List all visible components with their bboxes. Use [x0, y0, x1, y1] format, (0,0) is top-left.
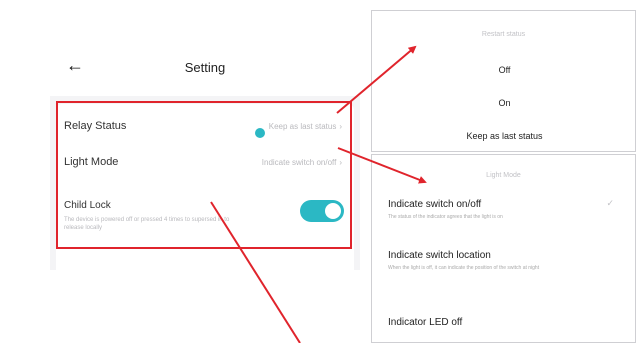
restart-status-header: Restart status — [481, 31, 526, 38]
light-option-title: Indicate switch location — [388, 250, 491, 261]
light-option-description: The status of the indicator agrees that … — [388, 214, 503, 220]
light-mode-popup: Light Mode Indicate switch on/off The st… — [371, 154, 636, 343]
light-option-indicate-on-off[interactable]: Indicate switch on/off The status of the… — [388, 199, 618, 221]
annotation-highlight-box — [56, 101, 352, 249]
selected-check-icon — [255, 128, 265, 138]
restart-option-on[interactable]: On — [372, 98, 635, 108]
checkmark-icon: ✓ — [606, 198, 614, 208]
light-mode-header: Light Mode — [486, 172, 521, 179]
light-option-title: Indicator LED off — [388, 317, 463, 328]
top-bar: ← Setting — [50, 38, 360, 96]
light-option-description: When the light is off, it can indicate t… — [388, 265, 540, 271]
restart-status-popup: Restart status Off On Keep as last statu… — [371, 10, 636, 152]
page-title: Setting — [184, 60, 226, 75]
light-option-led-off[interactable]: Indicator LED off — [388, 317, 618, 328]
light-option-title: Indicate switch on/off — [388, 199, 482, 210]
light-option-indicate-location[interactable]: Indicate switch location When the light … — [388, 250, 618, 272]
restart-option-keep-last[interactable]: Keep as last status — [372, 131, 635, 141]
restart-option-off[interactable]: Off — [372, 65, 635, 75]
